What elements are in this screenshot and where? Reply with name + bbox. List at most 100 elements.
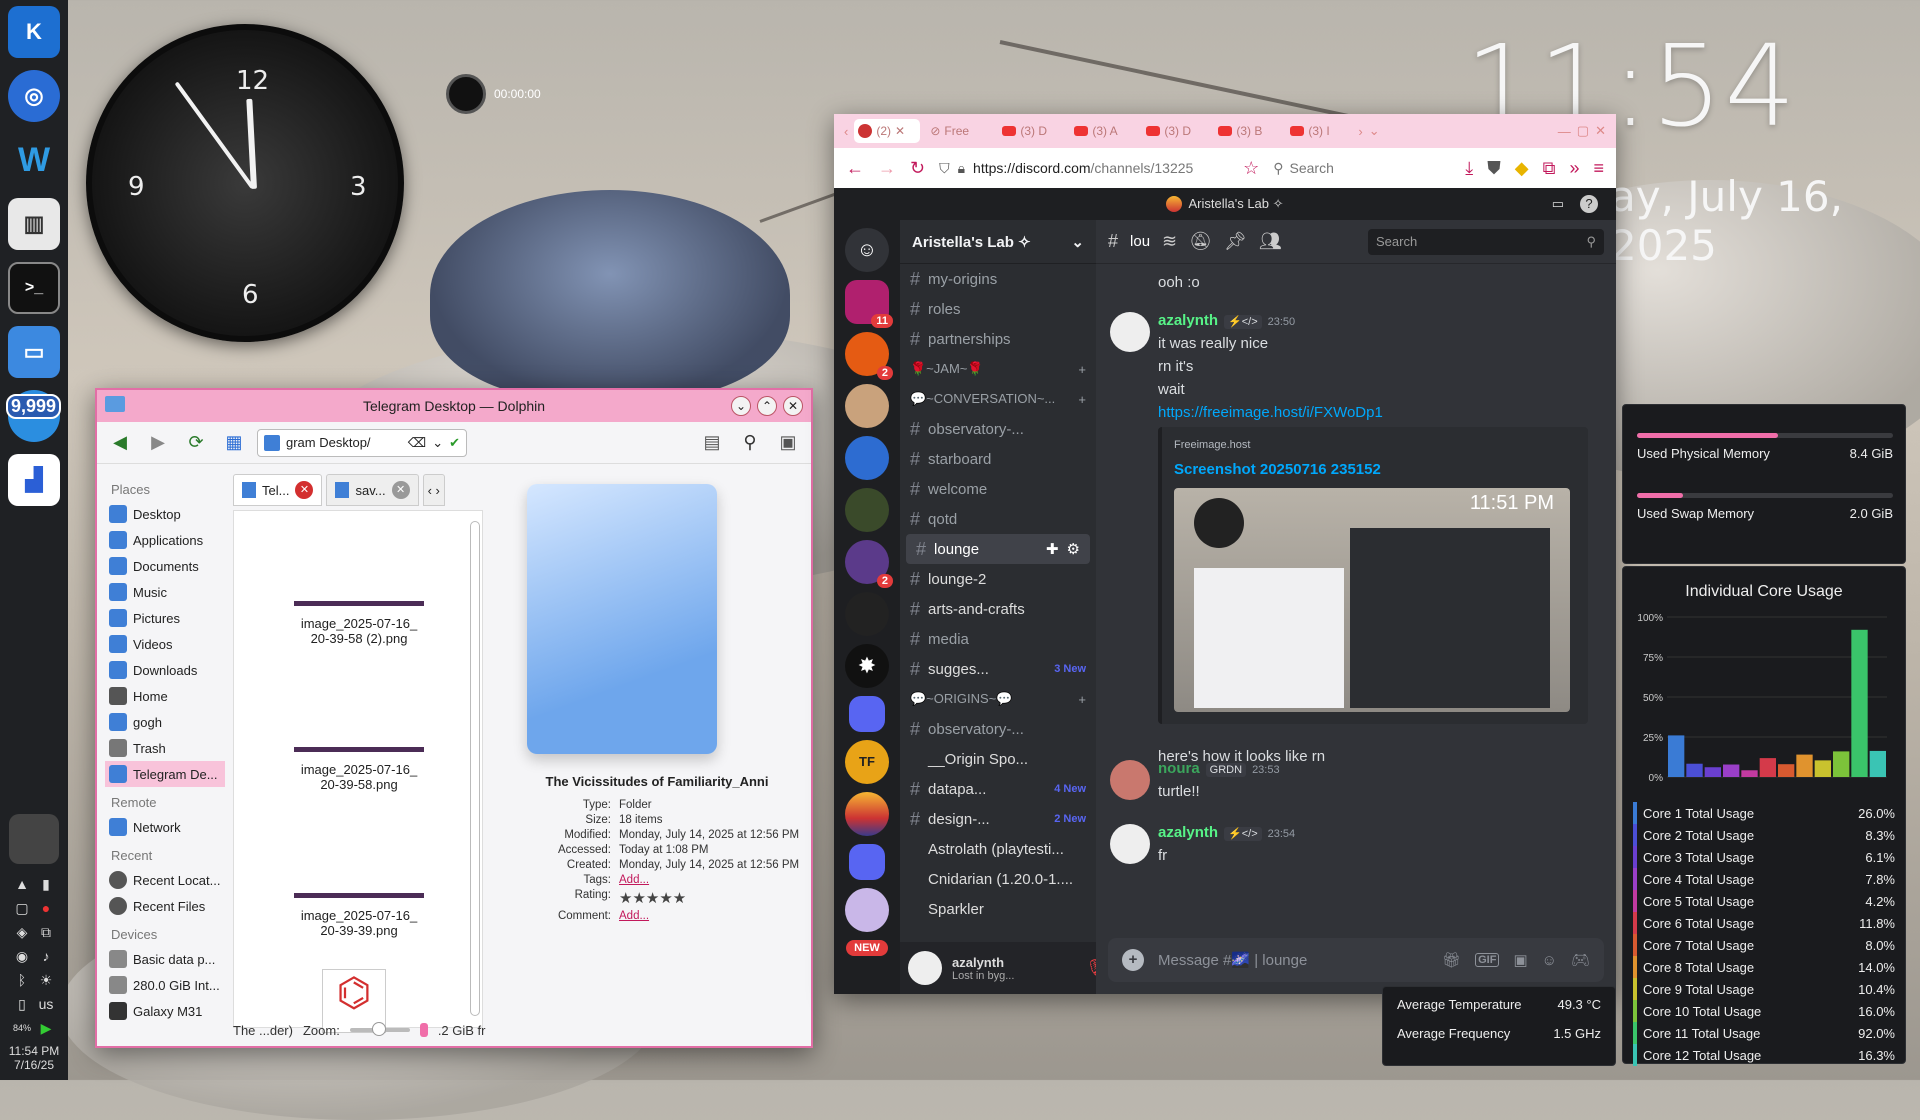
zoom-slider[interactable] — [349, 1022, 410, 1036]
members-icon[interactable]: 👥︎ — [1259, 231, 1282, 252]
play-icon[interactable]: ▶ — [36, 1018, 56, 1038]
server-icon[interactable] — [845, 488, 889, 532]
url-bar[interactable]: ⛉ 🔒︎ https://discord.com/channels/13225 — [939, 153, 1229, 183]
server-icon[interactable] — [845, 592, 889, 636]
clear-icon[interactable]: ⌫ — [408, 435, 426, 451]
browser-tab[interactable]: (3) A — [1070, 119, 1136, 143]
rating-stars[interactable]: ★★★★★ — [619, 889, 807, 907]
gift-icon[interactable]: 🎁︎ — [1442, 951, 1461, 969]
place-downloads[interactable]: Downloads — [105, 657, 225, 683]
add-attachment-icon[interactable]: + — [1122, 949, 1144, 971]
thread-item[interactable]: __Origin Spo... — [900, 744, 1096, 774]
tab-scroll-right-icon[interactable]: › — [1358, 124, 1362, 139]
server-icon-aristellas-lab[interactable] — [845, 792, 889, 836]
download-icon[interactable]: ⤓ — [1465, 158, 1473, 179]
overflow-icon[interactable]: » — [1569, 158, 1579, 179]
place-network[interactable]: Network — [105, 814, 225, 840]
channel-item[interactable]: # lounge-2 — [900, 564, 1096, 594]
back-icon[interactable]: ← — [846, 158, 864, 179]
channel-item[interactable]: # starboard — [900, 444, 1096, 474]
stopwatch-widget[interactable]: 00:00:00 — [446, 74, 541, 114]
minimize-button[interactable]: — — [1558, 124, 1571, 139]
place-desktop[interactable]: Desktop — [105, 501, 225, 527]
pin-icon[interactable]: 📌︎ — [1224, 231, 1247, 252]
close-tab-icon[interactable]: ✕ — [895, 124, 905, 138]
tray-clipboard-icon[interactable]: ▢ — [12, 898, 32, 918]
gear-icon[interactable]: ⚙ — [1067, 540, 1080, 558]
inbox-icon[interactable]: ▭ — [1552, 196, 1564, 212]
avatar[interactable] — [908, 951, 942, 985]
channel-item[interactable]: # design-... 2 New — [900, 804, 1096, 834]
forward-icon[interactable]: → — [878, 158, 896, 179]
message-author[interactable]: noura — [1158, 760, 1200, 777]
avatar[interactable] — [1110, 760, 1150, 800]
tab-scroll[interactable]: ‹ › — [422, 474, 445, 506]
tags-add-link[interactable]: Add... — [619, 874, 807, 886]
server-icon[interactable] — [845, 436, 889, 480]
place-gogh[interactable]: gogh — [105, 709, 225, 735]
dolphin-titlebar[interactable]: Telegram Desktop — Dolphin ⌄ ⌃ ✕ — [97, 390, 811, 422]
avatar[interactable] — [1110, 312, 1150, 352]
emoji-icon[interactable]: ☺ — [1542, 952, 1557, 969]
channel-item[interactable]: # arts-and-crafts — [900, 594, 1096, 624]
reload-icon[interactable]: ⟳ — [181, 428, 211, 458]
writer-app-icon[interactable]: W — [8, 134, 60, 186]
server-header[interactable]: Aristella's Lab ✧ ⌄ — [900, 220, 1096, 264]
thread-item[interactable]: Sparkler — [900, 894, 1096, 924]
browser-tab[interactable]: (3) D — [1142, 119, 1208, 143]
close-button[interactable]: ✕ — [1595, 123, 1606, 139]
server-icon[interactable]: TF — [845, 740, 889, 784]
message-link[interactable]: https://freeimage.host/i/FXWoDp1 — [1158, 404, 1600, 421]
extensions-icon[interactable]: ⧉ — [1543, 158, 1556, 179]
tray-notify-icon[interactable]: ● — [36, 898, 56, 918]
bookmark-star-icon[interactable]: ☆ — [1243, 158, 1259, 179]
place-recent-files[interactable]: Recent Files — [105, 893, 225, 919]
server-icon[interactable]: 2 — [845, 332, 893, 380]
category-header[interactable]: 💬~CONVERSATION~... + — [900, 384, 1096, 414]
channel-item[interactable]: # sugges... 3 New — [900, 654, 1096, 684]
embed-image[interactable]: 11:51 PM — [1174, 488, 1570, 712]
place-trash[interactable]: Trash — [105, 735, 225, 761]
invite-icon[interactable]: ✚ — [1046, 540, 1059, 558]
channel-item-active[interactable]: # lounge ✚ ⚙ — [906, 534, 1090, 564]
maximize-button[interactable]: ▢ — [1577, 123, 1589, 139]
browser-tab[interactable]: (3) B — [1214, 119, 1280, 143]
file-item[interactable]: image_2025-07-16_ 20-39-58.png — [264, 747, 454, 792]
split-view-icon[interactable]: ▤ — [697, 428, 727, 458]
app-launcher-icon[interactable]: K — [8, 6, 60, 58]
message-author[interactable]: azalynth — [1158, 312, 1218, 329]
place-home[interactable]: Home — [105, 683, 225, 709]
thread-item[interactable]: Astrolath (playtesti... — [900, 834, 1096, 864]
place-music[interactable]: Music — [105, 579, 225, 605]
tray-device-icon[interactable]: ▯ — [12, 994, 32, 1014]
zoom-slider-handle[interactable] — [371, 1022, 386, 1036]
place-recent-locations[interactable]: Recent Locat... — [105, 867, 225, 893]
channel-item[interactable]: # observatory-... — [900, 714, 1096, 744]
channel-item[interactable]: # qotd — [900, 504, 1096, 534]
browser-tab[interactable]: (3) I — [1286, 119, 1352, 143]
add-channel-icon[interactable]: + — [1078, 392, 1086, 407]
embed-title[interactable]: Screenshot 20250716 235152 — [1174, 461, 1576, 478]
place-applications[interactable]: Applications — [105, 527, 225, 553]
file-view[interactable]: image_2025-07-16_ 20-39-58 (2).png image_… — [233, 510, 483, 1033]
comment-add-link[interactable]: Add... — [619, 910, 807, 922]
threads-icon[interactable]: ≋ — [1162, 231, 1177, 252]
tray-copy-icon[interactable]: ⧉ — [36, 922, 56, 942]
keyboard-layout[interactable]: us — [36, 994, 56, 1014]
tab-saved[interactable]: sav... ✕ — [326, 474, 419, 506]
place-telegram-desktop[interactable]: Telegram De... — [105, 761, 225, 787]
add-channel-icon[interactable]: + — [1078, 362, 1086, 377]
message-input[interactable]: + Message #🌌 | lounge 🎁︎ GIF ▣ ☺ 🎮︎ — [1108, 938, 1604, 982]
dropdown-icon[interactable]: ⌄ — [432, 435, 443, 451]
server-icon[interactable]: ✸ — [845, 644, 889, 688]
vertical-scrollbar[interactable] — [470, 521, 480, 1016]
menu-icon[interactable]: ≡ — [1593, 158, 1604, 179]
channel-item[interactable]: # datapa... 4 New — [900, 774, 1096, 804]
mixer-app-icon[interactable]: ▥ — [8, 198, 60, 250]
confirm-icon[interactable]: ✔ — [449, 435, 460, 451]
desktop-pager-icon[interactable] — [9, 814, 59, 864]
telegram-icon[interactable]: 9,999 — [6, 390, 62, 442]
ublock-icon[interactable]: ⛊ — [1487, 158, 1501, 179]
place-videos[interactable]: Videos — [105, 631, 225, 657]
channel-item[interactable]: # my-origins — [900, 264, 1096, 294]
